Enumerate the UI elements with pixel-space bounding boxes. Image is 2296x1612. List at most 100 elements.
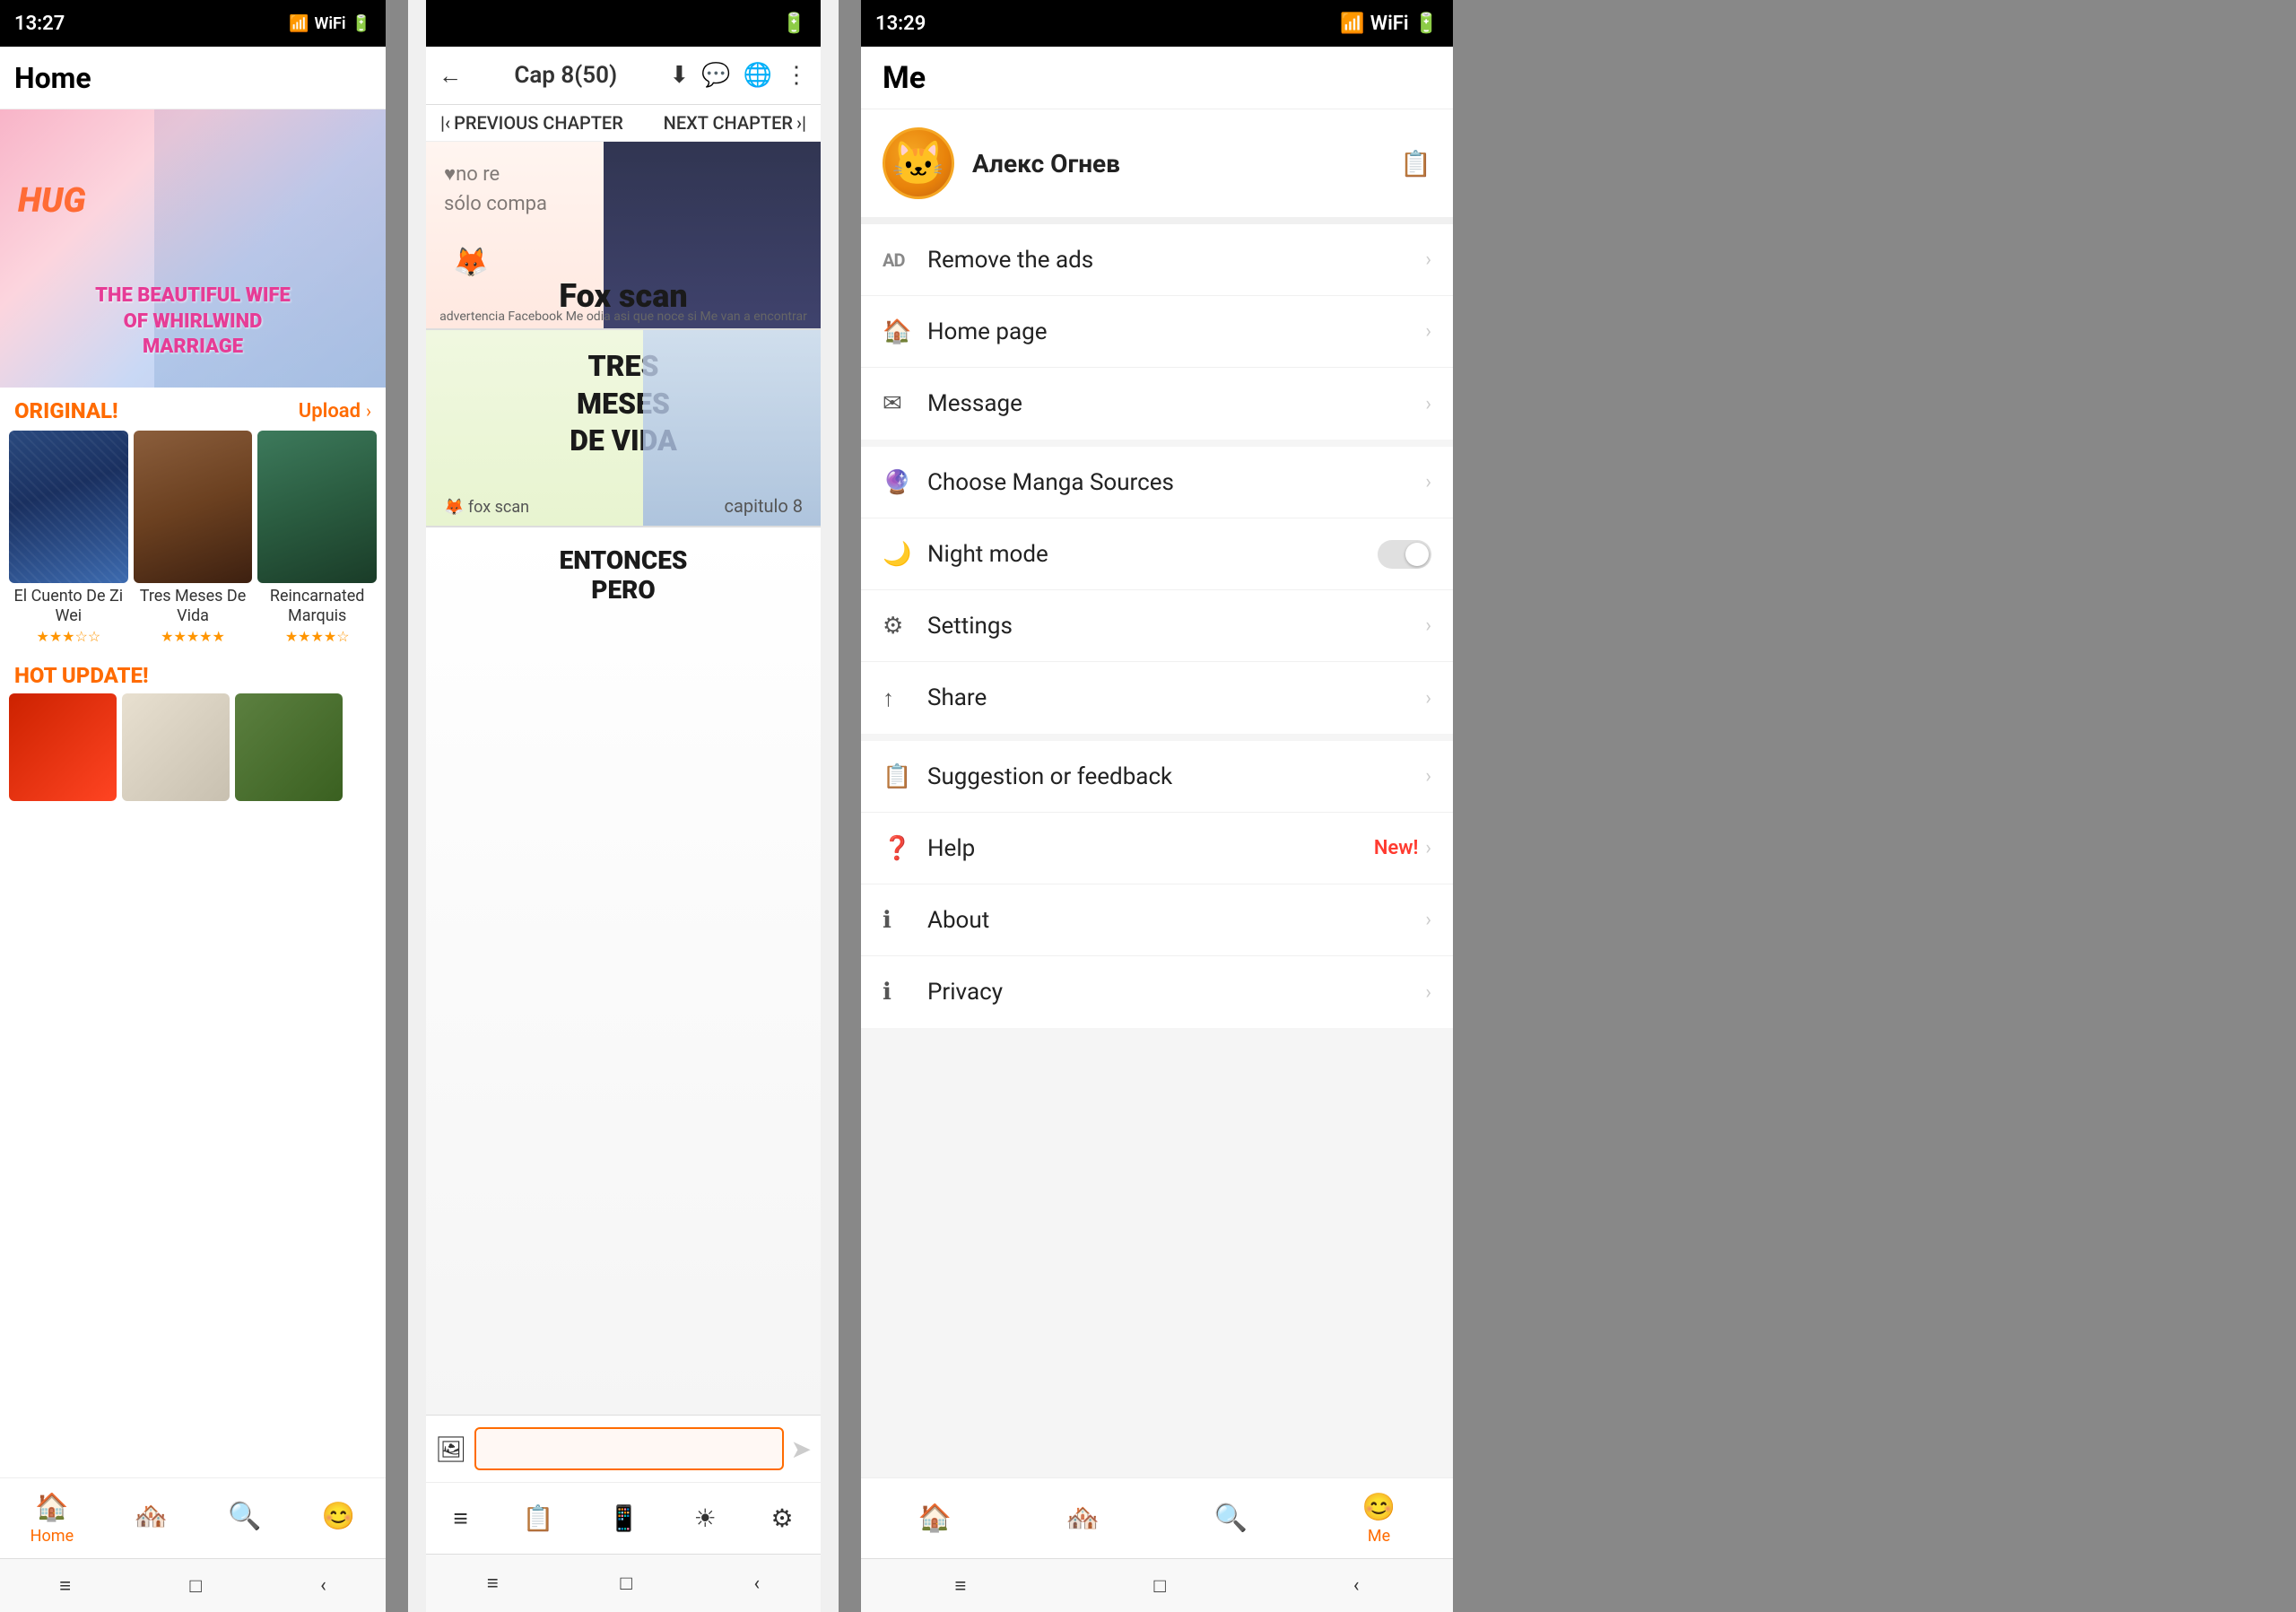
gallery-icon[interactable]: 🖼 xyxy=(435,1434,467,1464)
hot-update-grid xyxy=(0,693,386,801)
menu-item-share[interactable]: ↑ Share › xyxy=(861,662,1453,734)
reader-home-button[interactable]: □ xyxy=(620,1572,631,1595)
manga-item-2[interactable]: Tres Meses De Vida ★★★★★ xyxy=(134,431,253,645)
me-tab-library[interactable]: 🏘️ xyxy=(1066,1503,1100,1534)
privacy-label: Privacy xyxy=(927,979,1425,1006)
original-section-header: ORIGINAL! Upload › xyxy=(0,388,386,431)
search-tab-icon: 🔍 xyxy=(228,1501,261,1532)
prev-chapter-btn[interactable]: |‹ PREVIOUS CHAPTER xyxy=(440,112,623,134)
share-icon: ↑ xyxy=(883,684,918,712)
me-home-button[interactable]: □ xyxy=(1153,1574,1165,1598)
night-mode-toggle[interactable] xyxy=(1378,540,1431,569)
home-page-icon: 🏠 xyxy=(883,318,918,345)
hot-cover-1[interactable] xyxy=(9,693,117,801)
menu-button[interactable]: ≡ xyxy=(59,1574,71,1598)
gap-2 xyxy=(839,0,861,1612)
comment-input[interactable] xyxy=(474,1427,784,1470)
me-status-icons: 📶 WiFi 🔋 xyxy=(1340,13,1439,35)
me-tab-search[interactable]: 🔍 xyxy=(1214,1503,1248,1534)
reader-back-icon[interactable]: ← xyxy=(439,62,462,90)
about-chevron-icon: › xyxy=(1425,909,1431,931)
reader-back-button[interactable]: ‹ xyxy=(754,1573,761,1595)
share-chevron-icon: › xyxy=(1425,687,1431,710)
menu-item-message[interactable]: ✉ Message › xyxy=(861,368,1453,440)
me-wifi-icon: WiFi xyxy=(1370,13,1409,35)
next-chevron-icon: ›| xyxy=(796,112,806,134)
message-chevron-icon: › xyxy=(1425,393,1431,415)
manga-item-1[interactable]: El Cuento De Zi Wei ★★★☆☆ xyxy=(9,431,128,645)
menu-item-choose-sources[interactable]: 🔮 Choose Manga Sources › xyxy=(861,447,1453,518)
reader-settings-icon[interactable]: ⚙ xyxy=(771,1503,794,1533)
settings-label: Settings xyxy=(927,613,1425,640)
more-icon[interactable]: ⋮ xyxy=(785,62,808,89)
download-icon[interactable]: ⬇ xyxy=(669,62,689,89)
tab-search[interactable]: 🔍 xyxy=(228,1501,261,1536)
send-icon[interactable]: ➤ xyxy=(791,1434,812,1464)
tab-home[interactable]: 🏠 Home xyxy=(30,1492,74,1546)
menu-item-night-mode[interactable]: 🌙 Night mode xyxy=(861,518,1453,590)
menu-item-remove-ads[interactable]: AD Remove the ads › xyxy=(861,224,1453,296)
menu-item-about[interactable]: ℹ About › xyxy=(861,884,1453,956)
manga-item-3[interactable]: Reincarnated Marquis ★★★★☆ xyxy=(257,431,377,645)
reader-menu-button[interactable]: ≡ xyxy=(487,1572,499,1595)
me-spacer xyxy=(861,1035,1453,1477)
banner-main-text: THE BEAUTIFUL WIFEOF WHIRLWINDMARRIAGE xyxy=(9,283,377,361)
comment-icon[interactable]: 💬 xyxy=(701,62,730,89)
reader-bottom-bar: 🖼 ➤ xyxy=(426,1415,821,1482)
reader-menu-icon[interactable]: ≡ xyxy=(453,1503,467,1533)
menu-item-settings[interactable]: ⚙ Settings › xyxy=(861,590,1453,662)
tab-profile[interactable]: 😊 xyxy=(322,1501,355,1536)
manga-page-content: ♥no re sólo compa 🦊 Fox scan advertencia… xyxy=(426,142,821,1415)
tab-library[interactable]: 🏘️ xyxy=(134,1501,167,1536)
home-title: Home xyxy=(14,61,91,95)
prev-chevron-icon: |‹ xyxy=(440,112,450,134)
home-tab-icon: 🏠 xyxy=(35,1492,68,1523)
profile-tab-icon: 😊 xyxy=(322,1501,355,1532)
battery-icon: 🔋 xyxy=(352,14,371,33)
menu-item-privacy[interactable]: ℹ Privacy › xyxy=(861,956,1453,1028)
manga-stars-1: ★★★☆☆ xyxy=(9,628,128,645)
me-tab-label: Me xyxy=(1368,1527,1390,1546)
ad-icon: AD xyxy=(883,249,918,271)
hot-cover-2[interactable] xyxy=(122,693,230,801)
settings-chevron-icon: › xyxy=(1425,614,1431,637)
manga-cover-1 xyxy=(9,431,128,583)
me-time: 13:29 xyxy=(875,13,926,35)
user-name: Алекс Огнев xyxy=(972,149,1400,179)
manga-title-3: Reincarnated Marquis xyxy=(257,587,377,625)
me-status-bar: 13:29 📶 WiFi 🔋 xyxy=(861,0,1453,47)
globe-icon[interactable]: 🌐 xyxy=(744,62,772,89)
me-tab-home[interactable]: 🏠 xyxy=(918,1503,952,1534)
hot-update-title: HOT UPDATE! xyxy=(14,663,149,688)
hot-cover-3[interactable] xyxy=(235,693,343,801)
reader-status-icons: 🔋 xyxy=(782,13,806,35)
home-bottom-tabs: 🏠 Home 🏘️ 🔍 😊 xyxy=(0,1477,386,1558)
me-user-section: Алекс Огнев 📋 xyxy=(861,109,1453,224)
manga-stars-2: ★★★★★ xyxy=(134,628,253,645)
original-title: ORIGINAL! xyxy=(14,398,118,423)
user-avatar[interactable] xyxy=(883,127,954,199)
me-title: Me xyxy=(883,60,926,96)
choose-sources-label: Choose Manga Sources xyxy=(927,469,1425,496)
menu-item-suggestion[interactable]: 📋 Suggestion or feedback › xyxy=(861,741,1453,813)
me-menu-button[interactable]: ≡ xyxy=(955,1574,967,1598)
next-chapter-btn[interactable]: NEXT CHAPTER ›| xyxy=(664,112,806,134)
home-button[interactable]: □ xyxy=(189,1574,201,1598)
library-tab-icon: 🏘️ xyxy=(134,1501,167,1532)
reader-read-icon[interactable]: 📱 xyxy=(608,1503,639,1533)
home-banner[interactable]: HUG THE BEAUTIFUL WIFEOF WHIRLWINDMARRIA… xyxy=(0,109,386,388)
menu-item-home-page[interactable]: 🏠 Home page › xyxy=(861,296,1453,368)
reader-brightness-icon[interactable]: ☀ xyxy=(694,1503,717,1533)
back-button[interactable]: ‹ xyxy=(320,1574,326,1597)
me-system-nav: ≡ □ ‹ xyxy=(861,1558,1453,1612)
page-ad-text: advertencia Facebook Me odia asi que noc… xyxy=(439,309,807,324)
edit-profile-icon[interactable]: 📋 xyxy=(1400,149,1431,179)
upload-link[interactable]: Upload › xyxy=(299,400,371,423)
me-back-button[interactable]: ‹ xyxy=(1353,1574,1360,1597)
reader-chapters-icon[interactable]: 📋 xyxy=(522,1503,553,1533)
home-spacer xyxy=(0,801,386,1477)
upload-arrow-icon: › xyxy=(366,400,371,422)
reader-bottom-tabs: ≡ 📋 📱 ☀ ⚙ xyxy=(426,1482,821,1554)
menu-item-help[interactable]: ❓ Help New! › xyxy=(861,813,1453,884)
me-tab-me[interactable]: 😊 Me xyxy=(1362,1492,1396,1546)
